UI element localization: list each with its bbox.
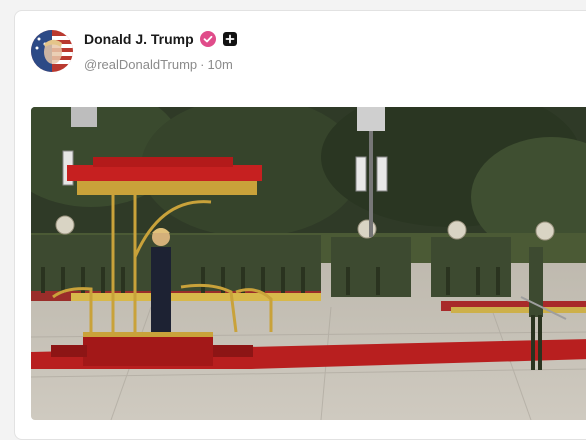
post-photo[interactable] (31, 107, 586, 420)
author-avatar[interactable] (31, 30, 73, 72)
avatar-image (31, 30, 73, 72)
separator-dot: · (200, 57, 205, 72)
ceremony-photo (31, 107, 586, 420)
post-timestamp[interactable]: 10m (208, 57, 233, 72)
verified-badge-icon (199, 31, 216, 47)
author-display-name[interactable]: Donald J. Trump (84, 31, 194, 47)
author-handle[interactable]: @realDonaldTrump (84, 57, 197, 72)
plus-badge-icon (222, 32, 237, 46)
post-card[interactable]: Donald J. Trump @realDonaldTrump · 10m (14, 10, 586, 440)
